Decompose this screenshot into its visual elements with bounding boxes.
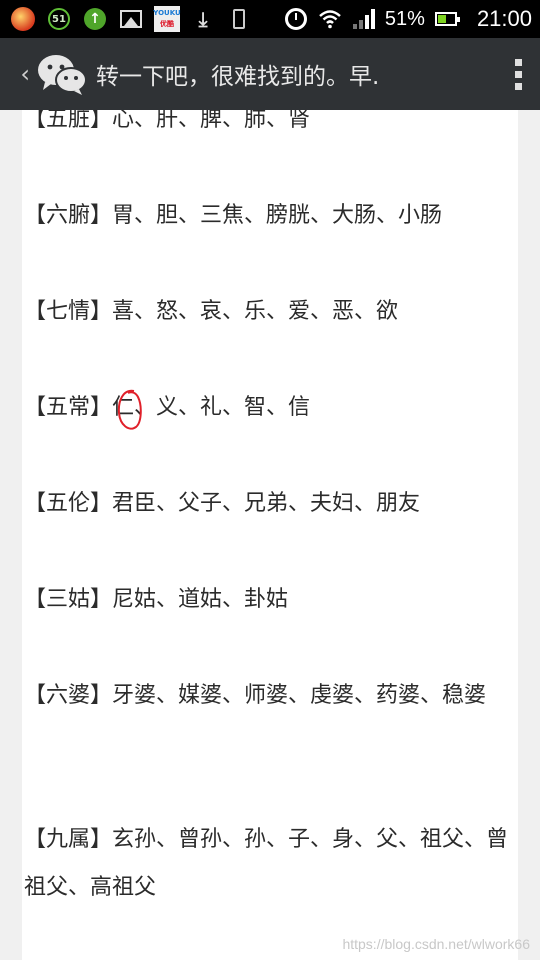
title-bar: ‹ 转一下吧，很难找到的。早. — [0, 38, 540, 110]
more-menu-button[interactable] — [496, 38, 540, 110]
app-icon — [10, 6, 36, 32]
list-item: 【七情】喜、怒、哀、乐、爱、恶、欲 — [24, 288, 516, 336]
entry-tag: 【三姑】 — [24, 587, 113, 612]
menu-dot — [514, 70, 522, 78]
entry-tag: 【六腑】 — [24, 203, 113, 228]
entry-text: 牙婆、媒婆、师婆、虔婆、药婆、稳婆 — [112, 683, 487, 708]
list-item: 【五常】仁、义、礼、智、信 — [24, 384, 516, 432]
wechat-icon — [36, 52, 88, 96]
list-item: 【三姑】尼姑、道姑、卦姑 — [24, 576, 516, 624]
entry-tag: 【五脏】 — [24, 110, 113, 132]
article-content[interactable]: 【五脏】心、肝、脾、肺、肾 【六腑】胃、胆、三焦、膀胱、大肠、小肠 【七情】喜、… — [22, 110, 518, 960]
entry-tag: 【六婆】 — [24, 683, 113, 708]
youku-icon: YOUKU 优酷 — [153, 6, 181, 32]
system-icons: 51% 21:00 — [283, 6, 532, 32]
wifi-icon — [317, 6, 343, 32]
entry-text: 君臣、父子、兄弟、夫妇、朋友 — [112, 491, 421, 516]
battery-icon — [433, 6, 460, 32]
upload-icon: ↑ — [82, 6, 108, 32]
entry-tag: 【五伦】 — [24, 491, 113, 516]
entry-text: 喜、怒、哀、乐、爱、恶、欲 — [112, 299, 399, 324]
entry-tag: 【九属】 — [24, 827, 113, 852]
phone-icon — [226, 6, 252, 32]
list-item: 【六婆】牙婆、媒婆、师婆、虔婆、药婆、稳婆 — [24, 672, 516, 720]
image-icon — [118, 6, 144, 32]
download-icon: ⤓ — [198, 7, 208, 31]
menu-dot — [514, 82, 522, 90]
list-item: 【六腑】胃、胆、三焦、膀胱、大肠、小肠 — [24, 192, 516, 240]
battery-percent: 51% — [384, 7, 425, 30]
chevron-left-icon: ‹ — [20, 60, 30, 88]
entry-text: 心、肝、脾、肺、肾 — [112, 110, 311, 132]
entry-tag: 【五常】 — [24, 395, 113, 420]
signal-icon — [351, 6, 377, 32]
status-bar: 51 ↑ YOUKU 优酷 ⤓ 51% 21:00 — [0, 0, 540, 38]
screen: 51 ↑ YOUKU 优酷 ⤓ 51% 21:00 ‹ 转一下吧，很难找到的。早… — [0, 0, 540, 960]
list-item: 【五伦】君臣、父子、兄弟、夫妇、朋友 — [24, 480, 516, 528]
alarm-icon — [283, 6, 309, 32]
notification-icons: 51 ↑ YOUKU 优酷 ⤓ — [10, 6, 252, 32]
back-button[interactable]: ‹ — [0, 38, 30, 110]
entry-text: 尼姑、道姑、卦姑 — [112, 587, 289, 612]
clock: 21:00 — [476, 6, 532, 31]
entry-text: 胃、胆、三焦、膀胱、大肠、小肠 — [112, 203, 443, 228]
ring-51-icon: 51 — [46, 6, 72, 32]
menu-dot — [514, 58, 522, 66]
page-title: 转一下吧，很难找到的。早. — [96, 64, 380, 90]
list-item: 【九属】玄孙、曾孙、孙、子、身、父、祖父、曾祖父、高祖父 — [24, 816, 516, 912]
entry-tag: 【七情】 — [24, 299, 113, 324]
watermark: https://blog.csdn.net/wlwork66 — [342, 936, 530, 952]
entry-text: 仁、义、礼、智、信 — [112, 395, 311, 420]
list-item: 【五脏】心、肝、脾、肺、肾 — [24, 110, 516, 144]
